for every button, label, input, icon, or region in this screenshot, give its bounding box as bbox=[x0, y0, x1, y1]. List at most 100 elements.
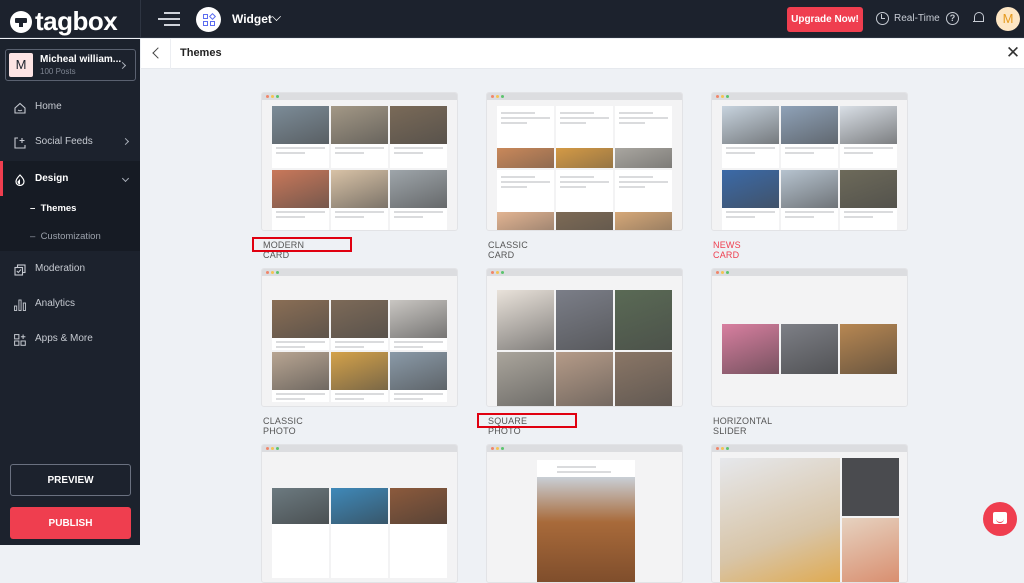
preview-post bbox=[331, 352, 388, 402]
theme-preview[interactable] bbox=[261, 92, 458, 231]
preview-single-post bbox=[537, 460, 635, 582]
theme-preview[interactable] bbox=[711, 92, 908, 231]
moderation-icon bbox=[14, 263, 26, 276]
post-photo bbox=[840, 106, 897, 144]
menu-toggle-icon[interactable] bbox=[158, 11, 180, 27]
browser-bar bbox=[712, 445, 907, 452]
preview-post bbox=[331, 300, 388, 350]
theme-label: NEWS CARD bbox=[713, 240, 741, 260]
theme-preview[interactable] bbox=[261, 444, 458, 583]
preview-post bbox=[556, 106, 613, 168]
theme-preview[interactable] bbox=[486, 268, 683, 407]
preview-post bbox=[390, 170, 447, 230]
subitem-label: Customization bbox=[40, 231, 101, 242]
divider bbox=[140, 0, 141, 38]
close-icon[interactable]: ✕ bbox=[1002, 39, 1024, 69]
browser-bar bbox=[487, 269, 682, 276]
post-photo bbox=[497, 290, 554, 350]
post-photo bbox=[556, 352, 613, 406]
post-photo bbox=[615, 290, 672, 350]
sidebar-item-apps-more[interactable]: Apps & More bbox=[0, 321, 140, 356]
bell-icon[interactable] bbox=[973, 11, 984, 24]
highlight-box bbox=[252, 237, 352, 252]
widget-selector[interactable]: Widget bbox=[232, 12, 272, 26]
post-photo bbox=[556, 212, 613, 230]
post-photo bbox=[390, 106, 447, 144]
sidebar-item-social-feeds[interactable]: Social Feeds bbox=[0, 124, 140, 159]
add-feed-icon bbox=[14, 136, 26, 149]
preview-grid bbox=[497, 290, 672, 406]
tagbox-logo[interactable]: tagbox bbox=[10, 6, 118, 37]
theme-preview[interactable] bbox=[261, 268, 458, 407]
upgrade-now-button[interactable]: Upgrade Now! bbox=[787, 7, 863, 32]
post-photo bbox=[615, 148, 672, 168]
sidebar-item-design[interactable]: Design bbox=[0, 161, 140, 196]
preview-grid bbox=[722, 106, 897, 230]
preview-slider bbox=[722, 324, 897, 374]
post-photo bbox=[272, 170, 329, 208]
theme-preview[interactable] bbox=[486, 444, 683, 583]
apps-icon bbox=[14, 333, 26, 346]
sidebar-item-analytics[interactable]: Analytics bbox=[0, 286, 140, 321]
preview-post bbox=[840, 106, 897, 168]
browser-bar bbox=[487, 93, 682, 100]
preview-post bbox=[272, 106, 329, 168]
real-time-link[interactable]: Real-Time bbox=[894, 13, 940, 24]
post-photo bbox=[331, 106, 388, 144]
preview-post bbox=[331, 106, 388, 168]
browser-bar bbox=[487, 445, 682, 452]
preview-post bbox=[272, 352, 329, 402]
analytics-icon bbox=[14, 298, 26, 311]
chevron-right-icon bbox=[121, 137, 130, 146]
preview-post bbox=[556, 170, 613, 230]
post-photo bbox=[781, 170, 838, 208]
post-photo bbox=[556, 148, 613, 168]
slider-item bbox=[390, 488, 447, 578]
preview-post bbox=[781, 170, 838, 230]
chevron-down-icon[interactable] bbox=[272, 12, 281, 21]
sidebar-subitem-themes[interactable]: – Themes bbox=[30, 203, 76, 214]
sidebar-item-home[interactable]: Home bbox=[0, 89, 140, 124]
theme-label: HORIZONTAL SLIDER bbox=[713, 416, 773, 436]
post-photo bbox=[497, 352, 554, 406]
user-avatar[interactable]: M bbox=[996, 7, 1020, 31]
post-photo bbox=[331, 300, 388, 338]
post-photo bbox=[615, 212, 672, 230]
account-switcher[interactable]: M Micheal william... 100 Posts bbox=[5, 49, 136, 81]
theme-preview[interactable] bbox=[711, 444, 908, 583]
clock-icon[interactable] bbox=[876, 12, 889, 25]
theme-label: CLASSIC PHOTO bbox=[263, 416, 303, 436]
slider-item bbox=[840, 324, 897, 374]
preview-post bbox=[272, 170, 329, 230]
preview-post bbox=[781, 106, 838, 168]
help-icon[interactable]: ? bbox=[946, 12, 959, 25]
back-button[interactable] bbox=[141, 39, 171, 69]
browser-bar bbox=[262, 93, 457, 100]
widget-icon[interactable] bbox=[196, 7, 221, 32]
preview-post bbox=[722, 106, 779, 168]
preview-post bbox=[615, 290, 672, 350]
chevron-down-icon bbox=[121, 174, 130, 183]
sidebar-item-moderation[interactable]: Moderation bbox=[0, 251, 140, 286]
preview-grid bbox=[272, 106, 447, 230]
highlight-box bbox=[477, 413, 577, 428]
theme-preview[interactable] bbox=[486, 92, 683, 231]
preview-post bbox=[390, 300, 447, 350]
preview-post bbox=[722, 170, 779, 230]
theme-label: CLASSIC CARD bbox=[488, 240, 528, 260]
preview-button[interactable]: PREVIEW bbox=[10, 464, 131, 496]
droplet-icon bbox=[14, 173, 26, 186]
sidebar-item-label: Home bbox=[35, 101, 62, 112]
browser-bar bbox=[262, 269, 457, 276]
preview-post bbox=[615, 352, 672, 406]
sidebar-subitem-customization[interactable]: – Customization bbox=[30, 231, 101, 242]
chat-support-button[interactable] bbox=[983, 502, 1017, 536]
post-photo bbox=[556, 290, 613, 350]
top-bar: tagbox Widget Upgrade Now! Real-Time ? M bbox=[0, 0, 1024, 38]
theme-preview[interactable] bbox=[711, 268, 908, 407]
post-photo bbox=[390, 352, 447, 390]
post-photo bbox=[272, 300, 329, 338]
post-photo bbox=[390, 170, 447, 208]
publish-button[interactable]: PUBLISH bbox=[10, 507, 131, 539]
page-title: Themes bbox=[180, 47, 222, 59]
